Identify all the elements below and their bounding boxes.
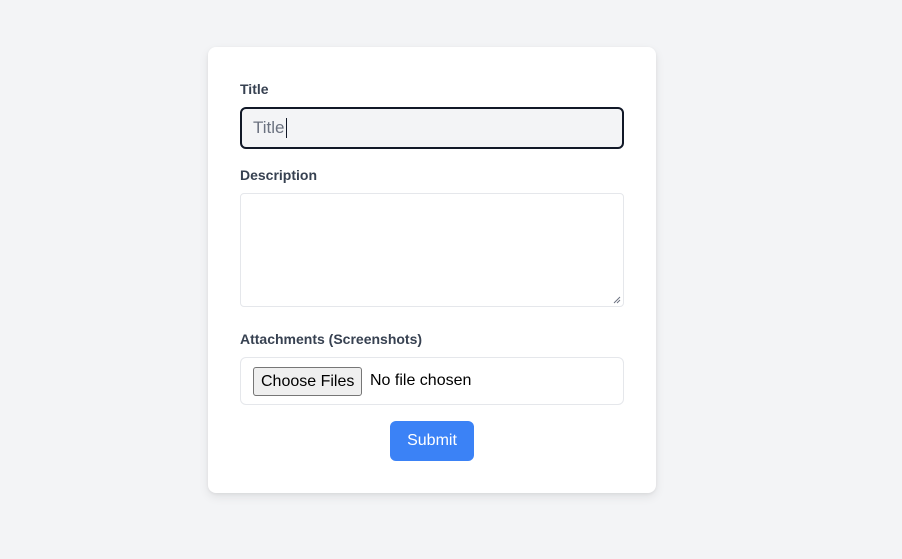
form-card: Title Title Description Attachments (Scr… [208,47,656,493]
attachments-label: Attachments (Screenshots) [240,331,423,347]
resize-grip-icon[interactable] [613,296,621,304]
description-textarea[interactable] [240,193,624,307]
title-label: Title [240,81,269,97]
file-status-text: No file chosen [370,372,472,389]
choose-files-button[interactable]: Choose Files [253,367,363,396]
attachments-file-input[interactable]: Choose Files No file chosen [240,357,624,405]
title-input-text: Title [253,118,285,137]
description-label: Description [240,167,318,183]
submit-button[interactable]: Submit [390,421,474,461]
text-caret [285,118,287,138]
title-input[interactable]: Title [240,107,624,149]
